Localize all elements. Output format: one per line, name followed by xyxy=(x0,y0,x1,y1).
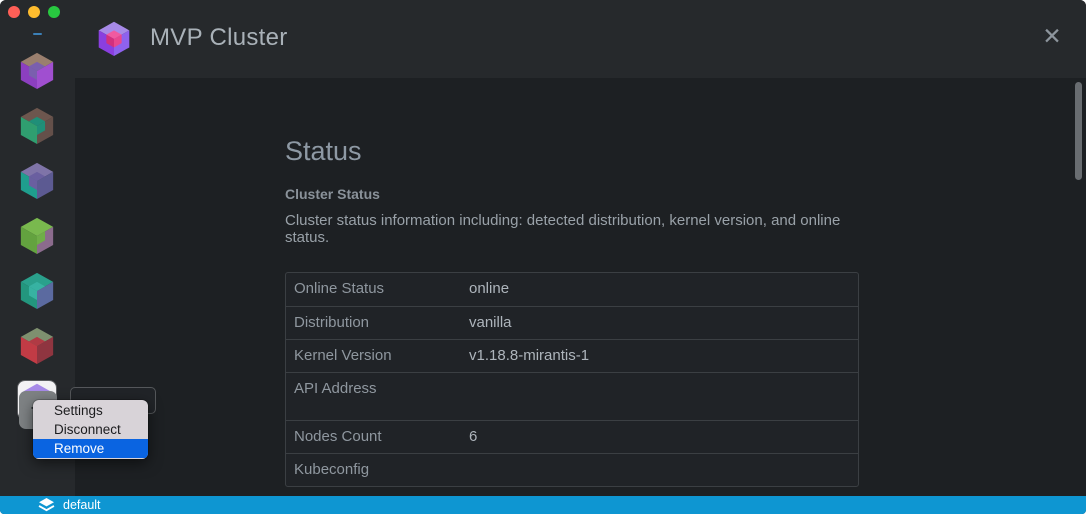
vertical-scrollbar[interactable] xyxy=(1075,82,1082,180)
table-row-api-address: API Address xyxy=(286,372,858,420)
app-window: MVP Cluster ✕ xyxy=(0,0,1086,514)
sidebar-cluster-6[interactable] xyxy=(18,326,56,364)
cluster-list xyxy=(18,51,56,436)
focus-indicator-dash xyxy=(33,33,42,35)
row-label: Kernel Version xyxy=(294,347,469,364)
sidebar-cluster-1[interactable] xyxy=(18,51,56,89)
workspace-label: default xyxy=(63,498,101,512)
cluster-status-description: Cluster status information including: de… xyxy=(285,212,859,246)
row-label: Online Status xyxy=(294,280,469,297)
menu-item-remove[interactable]: Remove xyxy=(33,439,148,458)
menu-item-settings[interactable]: Settings xyxy=(33,401,148,420)
cluster-context-menu: Settings Disconnect Remove xyxy=(33,400,148,459)
active-cluster-logo-icon xyxy=(96,20,132,61)
sidebar-cluster-2[interactable] xyxy=(18,106,56,144)
menu-item-disconnect[interactable]: Disconnect xyxy=(33,420,148,439)
table-row-kernel-version: Kernel Version v1.18.8-mirantis-1 xyxy=(286,339,858,372)
close-icon[interactable]: ✕ xyxy=(1038,22,1066,50)
row-label: Kubeconfig xyxy=(294,461,469,478)
cluster-status-page: Status Cluster Status Cluster status inf… xyxy=(75,78,1086,496)
titlebar: MVP Cluster ✕ xyxy=(75,0,1086,78)
table-row-nodes-count: Nodes Count 6 xyxy=(286,420,858,453)
sidebar-cluster-5[interactable] xyxy=(18,271,56,309)
table-row-distribution: Distribution vanilla xyxy=(286,306,858,339)
table-row-kubeconfig: Kubeconfig xyxy=(286,453,858,486)
close-window-button[interactable] xyxy=(8,6,20,18)
table-row-online-status: Online Status online xyxy=(286,273,858,306)
layers-icon xyxy=(38,498,55,512)
zoom-window-button[interactable] xyxy=(48,6,60,18)
row-label: Distribution xyxy=(294,314,469,331)
page-title: MVP Cluster xyxy=(150,24,288,52)
row-value: v1.18.8-mirantis-1 xyxy=(469,347,589,364)
sidebar-cluster-4[interactable] xyxy=(18,216,56,254)
cluster-status-table: Online Status online Distribution vanill… xyxy=(285,272,859,487)
row-label: Nodes Count xyxy=(294,428,469,445)
row-label: API Address xyxy=(294,380,469,397)
row-value: 6 xyxy=(469,428,477,445)
status-bar: default xyxy=(0,496,1086,514)
workspace-indicator[interactable]: default xyxy=(38,498,101,512)
cluster-status-subheading: Cluster Status xyxy=(285,186,859,202)
minimize-window-button[interactable] xyxy=(28,6,40,18)
row-value: online xyxy=(469,280,509,297)
sidebar-cluster-3[interactable] xyxy=(18,161,56,199)
row-value: vanilla xyxy=(469,314,512,331)
status-heading: Status xyxy=(285,136,859,166)
traffic-lights xyxy=(8,6,60,18)
